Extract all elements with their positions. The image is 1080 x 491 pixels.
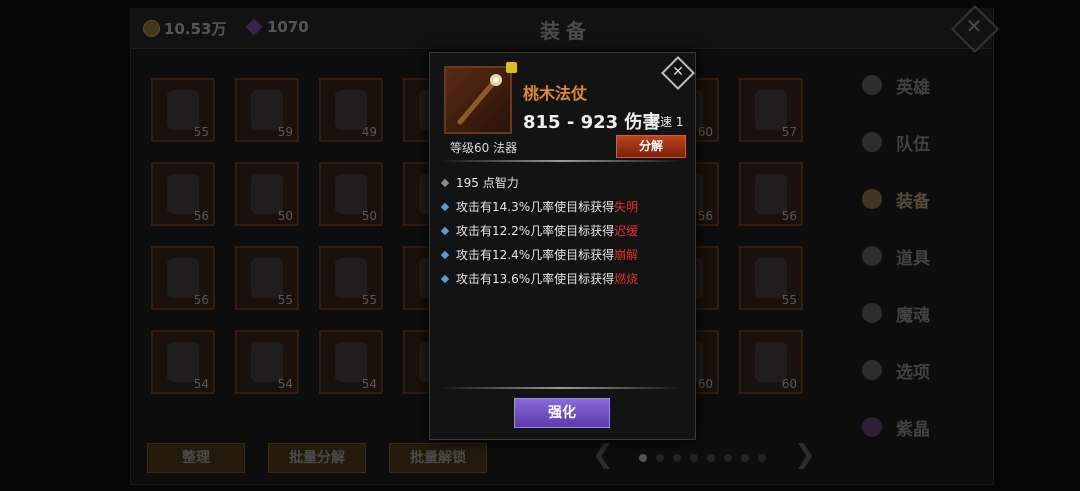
attack-speed: 攻速 1 <box>648 115 684 129</box>
item-damage: 815 - 923 伤害 <box>523 112 661 133</box>
effect-keyword: 燃烧 <box>614 272 639 286</box>
blue-diamond-icon <box>440 202 450 211</box>
effect-row: 攻击有12.2%几率使目标获得 迟缓 <box>440 222 638 239</box>
gray-diamond-icon <box>440 178 450 187</box>
effect-row: 攻击有14.3%几率使目标获得 失明 <box>440 198 638 215</box>
item-level-type: 等级60 法器 <box>450 141 518 155</box>
blue-diamond-icon <box>440 226 450 235</box>
effect-keyword: 崩解 <box>614 248 639 262</box>
effect-text: 攻击有12.4%几率使目标获得 <box>456 248 615 262</box>
effect-text: 攻击有14.3%几率使目标获得 <box>456 200 615 214</box>
base-stat-text: 195 点智力 <box>456 176 519 190</box>
staff-icon <box>457 74 502 125</box>
close-icon: ✕ <box>672 64 684 80</box>
effect-row: 攻击有12.4%几率使目标获得 崩解 <box>440 246 638 263</box>
lock-icon[interactable] <box>506 62 517 73</box>
effect-text: 攻击有12.2%几率使目标获得 <box>456 224 615 238</box>
blue-diamond-icon <box>440 274 450 283</box>
base-stat: 195 点智力 <box>440 174 519 191</box>
divider <box>440 160 683 162</box>
enhance-button[interactable]: 强化 <box>514 398 610 428</box>
item-icon <box>444 66 512 134</box>
item-name: 桃木法仗 <box>523 84 588 103</box>
blue-diamond-icon <box>440 250 450 259</box>
effect-row: 攻击有13.6%几率使目标获得 燃烧 <box>440 270 638 287</box>
decompose-button[interactable]: 分解 <box>616 135 686 158</box>
effect-keyword: 迟缓 <box>614 224 639 238</box>
effect-keyword: 失明 <box>614 200 639 214</box>
divider <box>440 387 683 389</box>
effect-text: 攻击有13.6%几率使目标获得 <box>456 272 615 286</box>
